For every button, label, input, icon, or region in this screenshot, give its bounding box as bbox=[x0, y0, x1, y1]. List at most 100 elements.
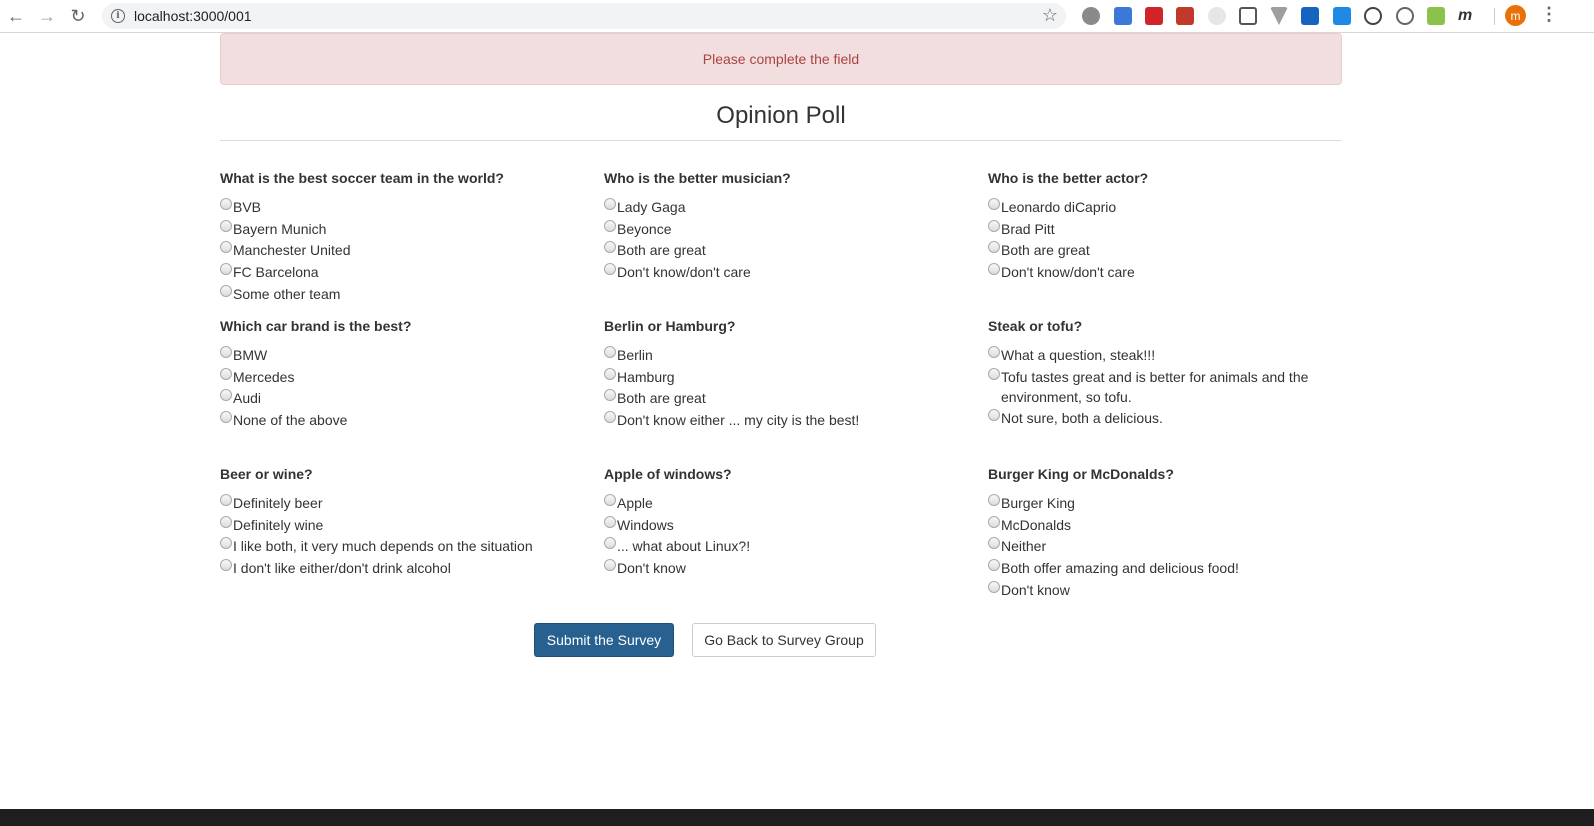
radio-button[interactable] bbox=[220, 367, 232, 380]
answer-option[interactable]: Beyonce bbox=[604, 219, 974, 239]
answer-option[interactable]: Some other team bbox=[220, 284, 590, 304]
radio-button[interactable] bbox=[604, 219, 616, 232]
m-extension-icon[interactable]: m bbox=[1458, 7, 1476, 25]
answer-option-label: Both are great bbox=[617, 242, 706, 259]
radio-button[interactable] bbox=[604, 198, 616, 210]
radio-button[interactable] bbox=[220, 219, 232, 232]
g-extension-icon[interactable] bbox=[1396, 7, 1414, 25]
bookmark-star-icon[interactable]: ☆ bbox=[1042, 5, 1058, 26]
address-bar[interactable]: i localhost:3000/001 ☆ bbox=[102, 3, 1066, 29]
answer-option[interactable]: Don't know/don't care bbox=[988, 262, 1318, 282]
back-arrow-icon[interactable]: ← bbox=[5, 5, 27, 27]
kebab-menu-icon[interactable]: ⋮ bbox=[1540, 4, 1558, 25]
radio-button[interactable] bbox=[604, 494, 616, 506]
answer-option[interactable]: Audi bbox=[220, 388, 590, 408]
info-icon[interactable]: i bbox=[111, 9, 125, 23]
answer-option[interactable]: Don't know bbox=[604, 558, 974, 578]
chat-extension-icon[interactable] bbox=[1333, 7, 1351, 25]
radio-button[interactable] bbox=[988, 409, 1000, 422]
radio-button[interactable] bbox=[988, 537, 1000, 550]
answer-option-label: Don't know bbox=[617, 560, 686, 577]
radio-button[interactable] bbox=[220, 284, 232, 297]
radio-button[interactable] bbox=[988, 198, 1000, 210]
radio-button[interactable] bbox=[988, 515, 1000, 528]
radio-button[interactable] bbox=[604, 537, 616, 550]
radio-button[interactable] bbox=[604, 559, 616, 572]
radio-button[interactable] bbox=[988, 263, 1000, 276]
answer-option[interactable]: Neither bbox=[988, 536, 1318, 556]
radio-button[interactable] bbox=[220, 411, 232, 424]
circle-extension-icon[interactable] bbox=[1208, 7, 1226, 25]
answer-option[interactable]: Leonardo diCaprio bbox=[988, 197, 1318, 217]
radio-button[interactable] bbox=[220, 515, 232, 528]
translate-extension-icon[interactable] bbox=[1114, 7, 1132, 25]
puzzle-extension-icon[interactable] bbox=[1176, 7, 1194, 25]
radio-button[interactable] bbox=[988, 219, 1000, 232]
answer-option[interactable]: Manchester United bbox=[220, 240, 590, 260]
radio-button[interactable] bbox=[220, 389, 232, 402]
adblock-extension-icon[interactable] bbox=[1082, 7, 1100, 25]
profile-avatar[interactable]: m bbox=[1505, 5, 1526, 26]
radio-button[interactable] bbox=[604, 389, 616, 402]
answer-option[interactable]: Both are great bbox=[604, 240, 974, 260]
radio-button[interactable] bbox=[988, 494, 1000, 506]
answer-option[interactable]: Definitely wine bbox=[220, 515, 590, 535]
answer-option[interactable]: Both are great bbox=[604, 388, 974, 408]
answer-option[interactable]: Berlin bbox=[604, 345, 974, 365]
forward-arrow-icon[interactable]: → bbox=[36, 5, 58, 27]
answer-option[interactable]: None of the above bbox=[220, 410, 590, 430]
radio-button[interactable] bbox=[604, 263, 616, 276]
answer-option[interactable]: Both offer amazing and delicious food! bbox=[988, 558, 1318, 578]
answer-option[interactable]: Don't know bbox=[988, 580, 1318, 600]
radio-button[interactable] bbox=[220, 559, 232, 572]
radio-button[interactable] bbox=[604, 515, 616, 528]
answer-option[interactable]: Tofu tastes great and is better for anim… bbox=[988, 367, 1318, 407]
radio-button[interactable] bbox=[604, 367, 616, 380]
answer-option[interactable]: Bayern Munich bbox=[220, 219, 590, 239]
radio-button[interactable] bbox=[988, 580, 1000, 593]
radio-button[interactable] bbox=[220, 241, 232, 254]
window-extension-icon[interactable] bbox=[1301, 7, 1319, 25]
radio-button[interactable] bbox=[604, 241, 616, 254]
answer-option[interactable]: McDonalds bbox=[988, 515, 1318, 535]
radio-button[interactable] bbox=[220, 346, 232, 358]
record-extension-icon[interactable] bbox=[1145, 7, 1163, 25]
answer-option[interactable]: BMW bbox=[220, 345, 590, 365]
sync-extension-icon[interactable] bbox=[1364, 7, 1382, 25]
download-extension-icon[interactable] bbox=[1427, 7, 1445, 25]
answer-option[interactable]: Lady Gaga bbox=[604, 197, 974, 217]
answer-option[interactable]: ... what about Linux?! bbox=[604, 536, 974, 556]
reload-icon[interactable]: ↻ bbox=[67, 5, 89, 27]
answer-option[interactable]: Apple bbox=[604, 493, 974, 513]
back-to-survey-group-button[interactable]: Go Back to Survey Group bbox=[692, 623, 876, 657]
answer-option[interactable]: FC Barcelona bbox=[220, 262, 590, 282]
answer-option[interactable]: I don't like either/don't drink alcohol bbox=[220, 558, 590, 578]
radio-button[interactable] bbox=[988, 346, 1000, 358]
radio-button[interactable] bbox=[220, 494, 232, 506]
answer-option[interactable]: I like both, it very much depends on the… bbox=[220, 536, 590, 556]
radio-button[interactable] bbox=[604, 411, 616, 424]
vue-extension-icon[interactable] bbox=[1270, 7, 1288, 25]
answer-option[interactable]: What a question, steak!!! bbox=[988, 345, 1318, 365]
screenshot-extension-icon[interactable] bbox=[1239, 7, 1257, 25]
answer-option[interactable]: BVB bbox=[220, 197, 590, 217]
answer-option[interactable]: Burger King bbox=[988, 493, 1318, 513]
answer-option-label: Both are great bbox=[1001, 242, 1090, 259]
answer-option[interactable]: Don't know either ... my city is the bes… bbox=[604, 410, 974, 430]
answer-option[interactable]: Windows bbox=[604, 515, 974, 535]
radio-button[interactable] bbox=[988, 559, 1000, 572]
radio-button[interactable] bbox=[220, 537, 232, 550]
answer-option[interactable]: Not sure, both a delicious. bbox=[988, 408, 1318, 428]
radio-button[interactable] bbox=[220, 263, 232, 276]
answer-option[interactable]: Hamburg bbox=[604, 367, 974, 387]
answer-option[interactable]: Definitely beer bbox=[220, 493, 590, 513]
answer-option[interactable]: Don't know/don't care bbox=[604, 262, 974, 282]
radio-button[interactable] bbox=[604, 346, 616, 358]
submit-survey-button[interactable]: Submit the Survey bbox=[534, 623, 674, 657]
radio-button[interactable] bbox=[220, 198, 232, 210]
radio-button[interactable] bbox=[988, 241, 1000, 254]
answer-option[interactable]: Both are great bbox=[988, 240, 1318, 260]
answer-option[interactable]: Brad Pitt bbox=[988, 219, 1318, 239]
radio-button[interactable] bbox=[988, 367, 1000, 380]
answer-option[interactable]: Mercedes bbox=[220, 367, 590, 387]
